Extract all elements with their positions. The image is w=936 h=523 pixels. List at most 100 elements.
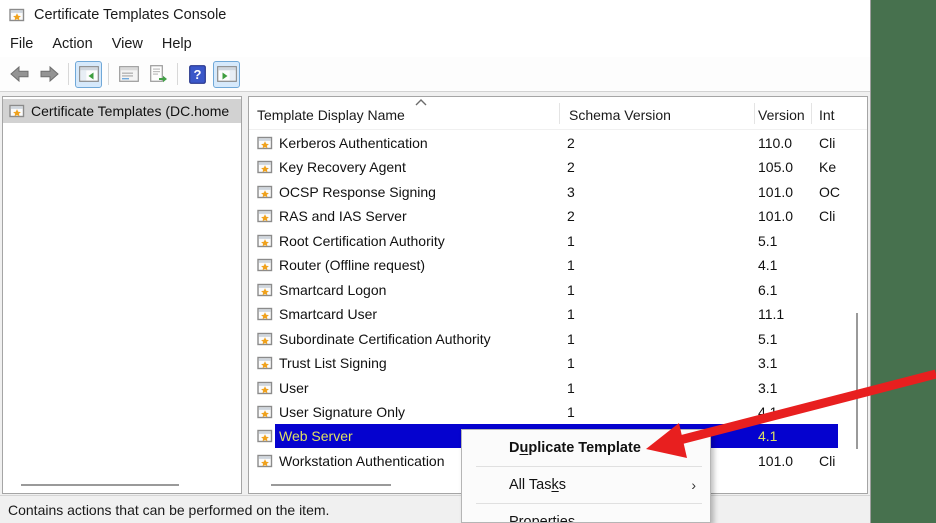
- table-row[interactable]: RAS and IAS Server 2 101.0 Cli: [249, 204, 867, 229]
- menu-item-properties[interactable]: Properties: [462, 504, 710, 523]
- table-row[interactable]: User Signature Only 1 4.1: [249, 400, 867, 425]
- table-row[interactable]: Router (Offline request) 1 4.1: [249, 253, 867, 278]
- table-row[interactable]: Root Certification Authority 1 5.1: [249, 229, 867, 254]
- back-arrow-icon: [9, 64, 31, 84]
- menu-item-all-tasks[interactable]: All Tasks ›: [462, 467, 710, 503]
- schema-version-value: 2: [567, 204, 575, 229]
- template-name: Web Server: [279, 424, 353, 449]
- version-value: 4.1: [758, 253, 777, 278]
- app-icon: [9, 7, 25, 23]
- schema-version-value: 1: [567, 229, 575, 254]
- horizontal-scrollbar[interactable]: [21, 484, 179, 487]
- schema-version-value: 3: [567, 180, 575, 205]
- version-value: 110.0: [758, 131, 792, 156]
- certificate-template-icon: [257, 135, 273, 151]
- title-bar: Certificate Templates Console: [0, 0, 870, 30]
- certificate-template-icon: [257, 184, 273, 200]
- certificate-template-icon: [257, 331, 273, 347]
- table-row[interactable]: Subordinate Certification Authority 1 5.…: [249, 327, 867, 352]
- table-row[interactable]: Kerberos Authentication 2 110.0 Cli: [249, 131, 867, 156]
- console-tree-pane: Certificate Templates (DC.home: [2, 96, 242, 494]
- schema-version-value: 2: [567, 131, 575, 156]
- mmc-window: Certificate Templates Console File Actio…: [0, 0, 871, 523]
- version-value: 4.1: [758, 424, 777, 449]
- version-value: 101.0: [758, 204, 793, 229]
- show-hide-action-pane-button[interactable]: [213, 61, 240, 88]
- version-value: 11.1: [758, 302, 784, 327]
- submenu-arrow-icon: ›: [691, 467, 696, 503]
- export-list-button[interactable]: [144, 61, 171, 88]
- intended-purposes-value: Cli: [819, 449, 835, 474]
- table-row[interactable]: User 1 3.1: [249, 376, 867, 401]
- table-row[interactable]: OCSP Response Signing 3 101.0 OC: [249, 180, 867, 205]
- menu-view[interactable]: View: [112, 36, 143, 52]
- version-value: 4.1: [758, 400, 777, 425]
- certificate-template-icon: [257, 159, 273, 175]
- template-name: Key Recovery Agent: [279, 155, 406, 180]
- table-row[interactable]: Smartcard User 1 11.1: [249, 302, 867, 327]
- back-button[interactable]: [6, 61, 33, 88]
- svg-text:?: ?: [194, 67, 202, 82]
- horizontal-scrollbar[interactable]: [271, 484, 391, 487]
- certificate-template-icon: [257, 404, 273, 420]
- status-text: Contains actions that can be performed o…: [8, 502, 329, 518]
- help-icon: ?: [189, 65, 206, 84]
- export-list-icon: [148, 65, 168, 83]
- version-value: 101.0: [758, 180, 793, 205]
- version-value: 5.1: [758, 327, 777, 352]
- menu-item-duplicate-template[interactable]: Duplicate Template: [462, 430, 710, 466]
- intended-purposes-value: Ke: [819, 155, 836, 180]
- help-button[interactable]: ?: [184, 61, 211, 88]
- table-row[interactable]: Smartcard Logon 1 6.1: [249, 278, 867, 303]
- schema-version-value: 1: [567, 327, 575, 352]
- template-name: OCSP Response Signing: [279, 180, 436, 205]
- desktop-backdrop: [871, 0, 936, 523]
- tree-item-label: Certificate Templates (DC.home: [31, 103, 229, 119]
- version-value: 6.1: [758, 278, 777, 303]
- show-hide-console-tree-button[interactable]: [75, 61, 102, 88]
- menu-help[interactable]: Help: [162, 36, 192, 52]
- action-pane-icon: [217, 66, 237, 82]
- intended-purposes-value: Cli: [819, 204, 835, 229]
- schema-version-value: 1: [567, 400, 575, 425]
- window-title: Certificate Templates Console: [34, 7, 226, 23]
- toolbar-separator: [108, 63, 109, 85]
- template-name: Subordinate Certification Authority: [279, 327, 491, 352]
- schema-version-value: 1: [567, 278, 575, 303]
- template-name: User: [279, 376, 309, 401]
- template-name: Smartcard User: [279, 302, 377, 327]
- template-name: Router (Offline request): [279, 253, 425, 278]
- schema-version-value: 1: [567, 253, 575, 278]
- version-value: 3.1: [758, 376, 777, 401]
- menu-action[interactable]: Action: [52, 36, 92, 52]
- menu-file[interactable]: File: [10, 36, 33, 52]
- version-value: 3.1: [758, 351, 777, 376]
- certificate-template-icon: [9, 103, 25, 119]
- table-row[interactable]: Trust List Signing 1 3.1: [249, 351, 867, 376]
- context-menu: Duplicate Template All Tasks › Propertie…: [461, 429, 711, 523]
- properties-button[interactable]: [115, 61, 142, 88]
- certificate-template-icon: [257, 306, 273, 322]
- certificate-template-icon: [257, 453, 273, 469]
- console-tree-icon: [79, 66, 99, 82]
- template-name: Trust List Signing: [279, 351, 387, 376]
- intended-purposes-value: OC: [819, 180, 840, 205]
- certificate-template-icon: [257, 233, 273, 249]
- template-name: User Signature Only: [279, 400, 405, 425]
- table-row[interactable]: Key Recovery Agent 2 105.0 Ke: [249, 155, 867, 180]
- version-value: 5.1: [758, 229, 777, 254]
- template-name: Root Certification Authority: [279, 229, 445, 254]
- intended-purposes-value: Cli: [819, 131, 835, 156]
- vertical-scrollbar[interactable]: [856, 313, 858, 449]
- version-value: 101.0: [758, 449, 793, 474]
- template-name: Smartcard Logon: [279, 278, 386, 303]
- schema-version-value: 1: [567, 351, 575, 376]
- template-name: Kerberos Authentication: [279, 131, 428, 156]
- certificate-template-icon: [257, 428, 273, 444]
- certificate-template-icon: [257, 208, 273, 224]
- certificate-template-icon: [257, 257, 273, 273]
- forward-arrow-icon: [38, 64, 60, 84]
- tree-item-certificate-templates[interactable]: Certificate Templates (DC.home: [3, 99, 241, 123]
- toolbar-separator: [177, 63, 178, 85]
- forward-button[interactable]: [35, 61, 62, 88]
